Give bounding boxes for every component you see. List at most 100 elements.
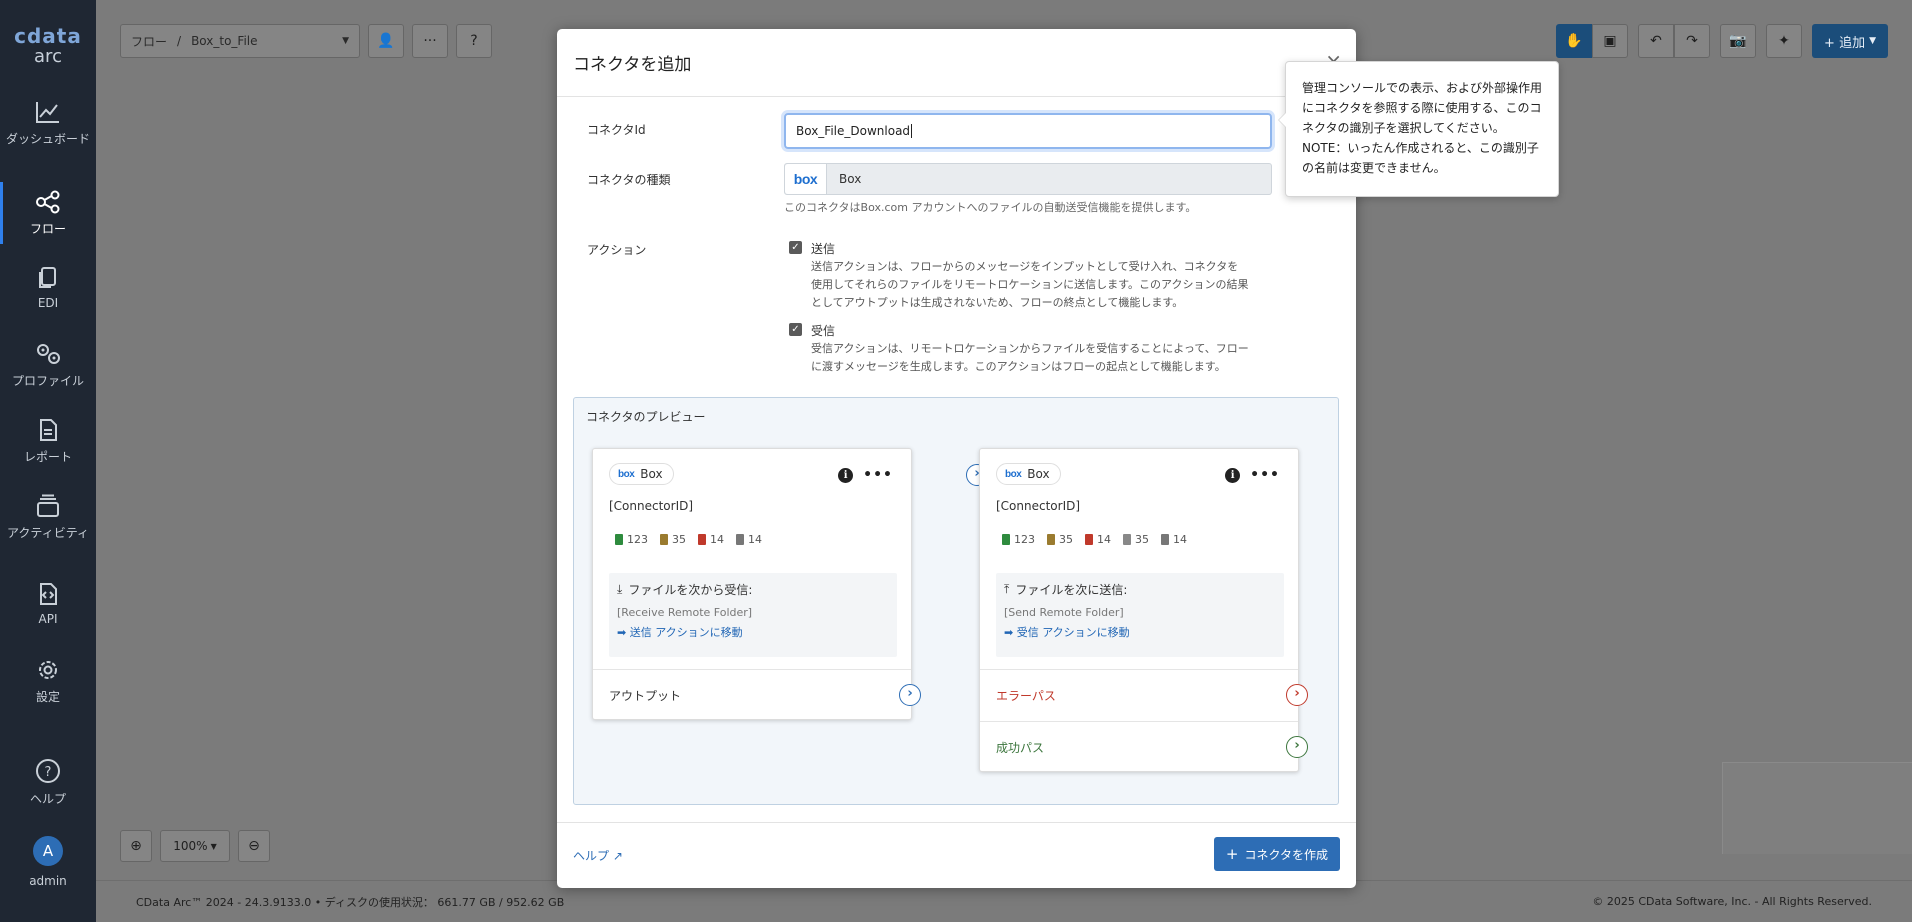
sidebar-item-api[interactable]: API	[0, 582, 96, 626]
output-row[interactable]: アウトプット	[593, 669, 911, 721]
report-icon	[40, 419, 57, 441]
more-button[interactable]: ···	[412, 24, 448, 58]
select-mode-button[interactable]: ▣	[1592, 24, 1629, 58]
ellipsis-icon[interactable]: •••	[863, 467, 893, 483]
flow-select[interactable]: フロー / Box_to_File ▼	[120, 24, 360, 58]
action-receive-title: 受信	[811, 324, 836, 338]
sidebar-item-report[interactable]: レポート	[0, 418, 96, 465]
preview-label: コネクタのプレビュー	[586, 410, 706, 424]
connector-preview: コネクタのプレビュー box Box i ••• [ConnectorID] 12…	[573, 397, 1339, 805]
go-to-receive-action-link[interactable]: ➡ 受信 アクションに移動	[1004, 624, 1276, 640]
sidebar-item-profile[interactable]: プロファイル	[0, 342, 96, 389]
snapshot-button[interactable]: 📷	[1720, 24, 1757, 58]
connector-id-input[interactable]: Box_File_Download	[784, 113, 1272, 149]
help-link[interactable]: ヘルプ ↗	[573, 847, 623, 864]
sidebar-item-flow[interactable]: フロー	[0, 182, 96, 244]
status-badge: 14	[698, 533, 724, 546]
chevron-down-icon: ▼	[1869, 36, 1876, 46]
zoom-out-icon: ⊖	[248, 838, 260, 854]
canvas-toolbar: ✋ ▣ ↶ ↷ 📷 ✦ + 追加 ▼	[1556, 24, 1888, 58]
receive-checkbox[interactable]: ✓	[789, 323, 802, 336]
sidebar-item-label: API	[38, 612, 58, 626]
question-icon: ?	[470, 33, 478, 49]
minimap[interactable]	[1722, 762, 1912, 854]
add-connector-modal: コネクタを追加 × コネクタId Box_File_Download コネクタの…	[557, 29, 1356, 888]
sidebar-item-activity[interactable]: アクティビティ	[0, 494, 96, 541]
success-path-label: 成功パス	[996, 741, 1045, 755]
breadcrumb-root: フロー	[131, 34, 168, 49]
error-path-row[interactable]: エラーパス	[980, 669, 1298, 721]
undo-button[interactable]: ↶	[1638, 24, 1675, 58]
download-icon: ⤓	[617, 582, 623, 596]
user-button[interactable]: 👤	[368, 24, 404, 58]
success-path-connector-icon[interactable]: ›	[1286, 736, 1308, 758]
status-badges: 123 35 14 14	[615, 533, 762, 546]
activity-icon	[37, 494, 59, 517]
status-badge: 35	[1047, 533, 1073, 546]
sidebar-item-label: ダッシュボード	[5, 132, 90, 146]
pan-mode-button[interactable]: ✋	[1556, 24, 1593, 58]
output-connector-icon[interactable]: ›	[899, 684, 921, 706]
redo-button[interactable]: ↷	[1674, 24, 1711, 58]
file-skipped-icon	[736, 534, 744, 545]
zoom-in-button[interactable]: ⊕	[120, 830, 152, 862]
flow-icon	[36, 190, 60, 214]
sidebar-item-dashboard[interactable]: ダッシュボード	[0, 100, 96, 147]
sidebar-item-help[interactable]: ? ヘルプ	[0, 758, 96, 807]
create-connector-button[interactable]: + コネクタを作成	[1213, 837, 1340, 871]
ellipsis-icon[interactable]: •••	[1250, 467, 1280, 483]
sidebar-item-label: 設定	[35, 690, 60, 704]
status-badge: 123	[1002, 533, 1035, 546]
status-badge: 14	[1085, 533, 1111, 546]
go-to-send-action-link[interactable]: ➡ 送信 アクションに移動	[617, 624, 889, 640]
add-button[interactable]: + 追加 ▼	[1812, 24, 1888, 58]
svg-text:?: ?	[45, 765, 52, 780]
card-actions: i •••	[838, 467, 893, 483]
history-group: ↶ ↷	[1638, 24, 1711, 58]
status-badges: 123 35 14 35 14	[1002, 533, 1187, 546]
success-path-row[interactable]: 成功パス	[980, 721, 1298, 773]
sidebar-item-label: プロファイル	[11, 374, 84, 388]
auto-layout-button[interactable]: ✦	[1766, 24, 1803, 58]
loc-path: [Receive Remote Folder]	[617, 606, 753, 619]
app-logo[interactable]: cdata arc	[0, 24, 96, 67]
badge-count: 123	[1014, 533, 1035, 546]
zoom-out-button[interactable]: ⊖	[238, 830, 270, 862]
info-icon[interactable]: i	[838, 467, 854, 483]
action-receive: ✓ 受信 受信アクションは、リモートロケーションからファイルを受信することによっ…	[789, 322, 1249, 376]
status-badge: 123	[615, 533, 648, 546]
card-connector-id: [ConnectorID]	[609, 499, 694, 513]
file-pending-icon	[660, 534, 668, 545]
sidebar-item-settings[interactable]: 設定	[0, 658, 96, 705]
badge-count: 35	[672, 533, 686, 546]
sidebar: cdata arc ダッシュボード フロー EDI プロファイル レポート アク…	[0, 0, 96, 922]
chip-label: Box	[1027, 467, 1050, 481]
info-icon[interactable]: i	[1225, 467, 1241, 483]
zoom-level-select[interactable]: 100% ▼	[160, 830, 230, 862]
gears-icon	[37, 344, 60, 364]
badge-count: 14	[1097, 533, 1111, 546]
user-name: admin	[29, 874, 67, 888]
file-queued-icon	[1123, 534, 1131, 545]
logo-text-top: cdata	[14, 24, 82, 48]
sidebar-item-label: アクティビティ	[7, 526, 89, 540]
error-path-connector-icon[interactable]: ›	[1286, 684, 1308, 706]
api-icon	[40, 583, 57, 605]
file-skipped-icon	[1161, 534, 1169, 545]
send-checkbox[interactable]: ✓	[789, 241, 802, 254]
mode-toggle: ✋ ▣	[1556, 24, 1629, 58]
magic-wand-icon: ✦	[1778, 33, 1790, 49]
help-button[interactable]: ?	[456, 24, 492, 58]
modal-title: コネクタを追加	[573, 55, 692, 75]
connector-type-label: コネクタの種類	[587, 173, 671, 187]
add-button-label: + 追加	[1824, 35, 1866, 51]
user-menu[interactable]: A admin	[0, 836, 96, 888]
question-circle-icon: ?	[36, 759, 60, 783]
badge-count: 35	[1059, 533, 1073, 546]
connector-type-description: このコネクタはBox.com アカウントへのファイルの自動送受信機能を提供します…	[784, 201, 1197, 214]
file-success-icon	[615, 534, 623, 545]
sidebar-item-edi[interactable]: EDI	[0, 266, 96, 310]
gear-icon	[39, 661, 57, 679]
logo-text-bottom: arc	[34, 46, 62, 67]
loc-title-text: ファイルを次から受信:	[628, 583, 753, 597]
